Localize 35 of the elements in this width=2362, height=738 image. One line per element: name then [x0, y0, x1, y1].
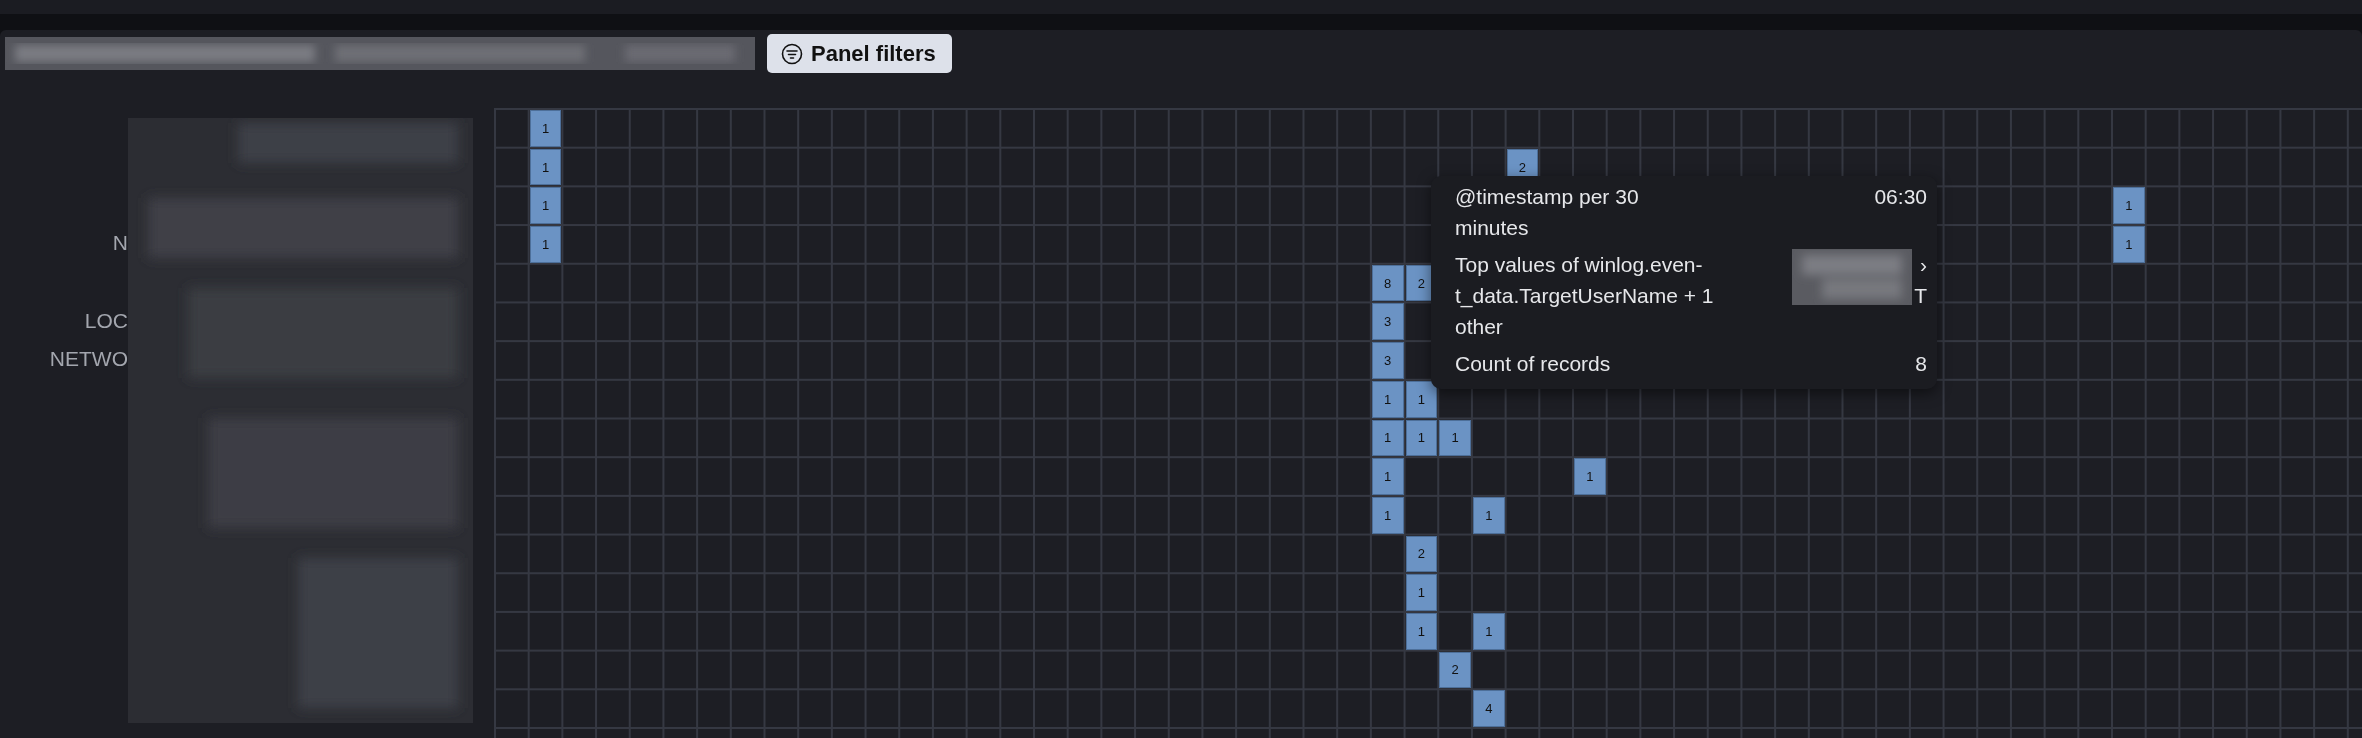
- heatmap-cell[interactable]: 1: [1371, 380, 1404, 418]
- tooltip-label: Count of records: [1455, 351, 1612, 377]
- heatmap-cell[interactable]: 1: [2113, 187, 2145, 225]
- filter-icon: [781, 42, 803, 65]
- heatmap-cell[interactable]: 1: [1405, 612, 1438, 650]
- heatmap-cell[interactable]: 1: [529, 226, 562, 263]
- heatmap-cell[interactable]: 1: [1405, 574, 1438, 611]
- heatmap-cell[interactable]: 3: [1371, 303, 1404, 341]
- heatmap-cell[interactable]: 1: [1405, 380, 1438, 418]
- heatmap-cell[interactable]: 1: [529, 110, 562, 147]
- heatmap-cell[interactable]: 1: [1439, 419, 1471, 457]
- heatmap-cell[interactable]: 1: [529, 187, 562, 225]
- row-label: NETWO: [49, 347, 128, 372]
- row-label: N: [112, 231, 128, 256]
- heatmap-cell[interactable]: 1: [1574, 458, 1606, 495]
- tooltip-label: Top values of winlog.even- t_data.TargetUserName + 1 other: [1455, 252, 1715, 340]
- tooltip-value: 8: [1915, 351, 1927, 377]
- heatmap-cell[interactable]: 1: [2113, 226, 2145, 263]
- heatmap-cell[interactable]: 2: [1405, 535, 1438, 573]
- heatmap-cell[interactable]: 1: [1371, 496, 1404, 534]
- tooltip-value: 06:30: [1874, 184, 1927, 210]
- heatmap-cell[interactable]: 2: [1439, 651, 1471, 689]
- heatmap-cell[interactable]: 1: [1371, 458, 1404, 495]
- row-label: LOC: [84, 308, 128, 333]
- heatmap-cell[interactable]: 1: [529, 148, 562, 186]
- heatmap-cell[interactable]: 4: [1472, 690, 1505, 727]
- panel-filters-button[interactable]: Panel filters: [767, 34, 952, 73]
- heatmap-cell[interactable]: 3: [1371, 342, 1404, 379]
- heatmap-cell[interactable]: 1: [1472, 612, 1505, 650]
- heatmap-cell[interactable]: 1: [1405, 419, 1438, 457]
- heatmap-cell[interactable]: 1: [1472, 496, 1505, 534]
- heatmap-cell[interactable]: 8: [1371, 264, 1404, 302]
- tooltip-label: @timestamp per 30 minutes: [1455, 184, 1640, 241]
- tooltip-value: › T: [1914, 252, 1927, 309]
- heatmap-cell[interactable]: 1: [1371, 419, 1404, 457]
